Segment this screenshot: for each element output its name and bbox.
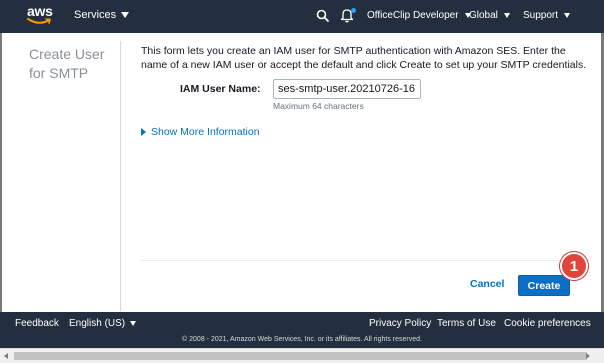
cookie-preferences-link[interactable]: Cookie preferences	[504, 318, 591, 329]
page-title: Create User for SMTP	[29, 46, 105, 81]
iam-user-name-hint: Maximum 64 characters	[273, 101, 364, 111]
feedback-link[interactable]: Feedback	[15, 318, 59, 329]
aws-logo[interactable]: aws	[27, 4, 55, 28]
scroll-left-arrow-icon[interactable]	[4, 353, 8, 359]
language-label: English (US)	[69, 318, 126, 329]
copyright-text: © 2008 - 2021, Amazon Web Services, Inc.…	[182, 336, 422, 343]
caret-right-icon	[141, 128, 146, 136]
chevron-down-icon	[503, 13, 510, 18]
chevron-down-icon	[121, 12, 130, 18]
services-menu[interactable]: Services	[74, 9, 130, 21]
region-menu[interactable]: Global	[469, 10, 510, 21]
iam-user-name-input[interactable]	[273, 79, 421, 99]
terms-of-use-link[interactable]: Terms of Use	[437, 318, 496, 329]
form-description: This form lets you create an IAM user fo…	[141, 45, 587, 71]
top-nav-bar: aws Services OfficeClip Developer Global…	[0, 0, 604, 33]
services-label: Services	[74, 9, 117, 21]
region-label: Global	[469, 10, 498, 21]
support-label: Support	[523, 10, 559, 21]
sidebar-divider	[120, 41, 121, 311]
footer-bar: Feedback English (US) Privacy Policy Ter…	[0, 312, 604, 348]
horizontal-scrollbar[interactable]	[0, 348, 604, 363]
show-more-information-label: Show More Information	[151, 126, 260, 138]
scroll-right-arrow-icon[interactable]	[586, 353, 590, 359]
language-selector[interactable]: English (US)	[69, 318, 137, 329]
iam-user-name-label: IAM User Name:	[180, 83, 261, 95]
account-label: OfficeClip Developer	[367, 10, 459, 21]
privacy-policy-link[interactable]: Privacy Policy	[369, 318, 431, 329]
support-menu[interactable]: Support	[523, 10, 571, 21]
search-icon[interactable]	[316, 9, 329, 27]
chevron-down-icon	[564, 13, 571, 18]
content-divider	[141, 260, 589, 261]
cancel-button[interactable]: Cancel	[470, 278, 504, 290]
window-frame-left	[0, 33, 2, 343]
notification-dot	[351, 8, 356, 13]
aws-smile-icon	[27, 18, 52, 24]
show-more-information-toggle[interactable]: Show More Information	[141, 126, 260, 138]
account-menu[interactable]: OfficeClip Developer	[367, 10, 471, 21]
step-number-badge: 1	[560, 252, 588, 280]
create-button[interactable]: Create	[518, 275, 570, 296]
scrollbar-thumb[interactable]	[14, 352, 587, 360]
chevron-down-icon	[130, 321, 137, 326]
